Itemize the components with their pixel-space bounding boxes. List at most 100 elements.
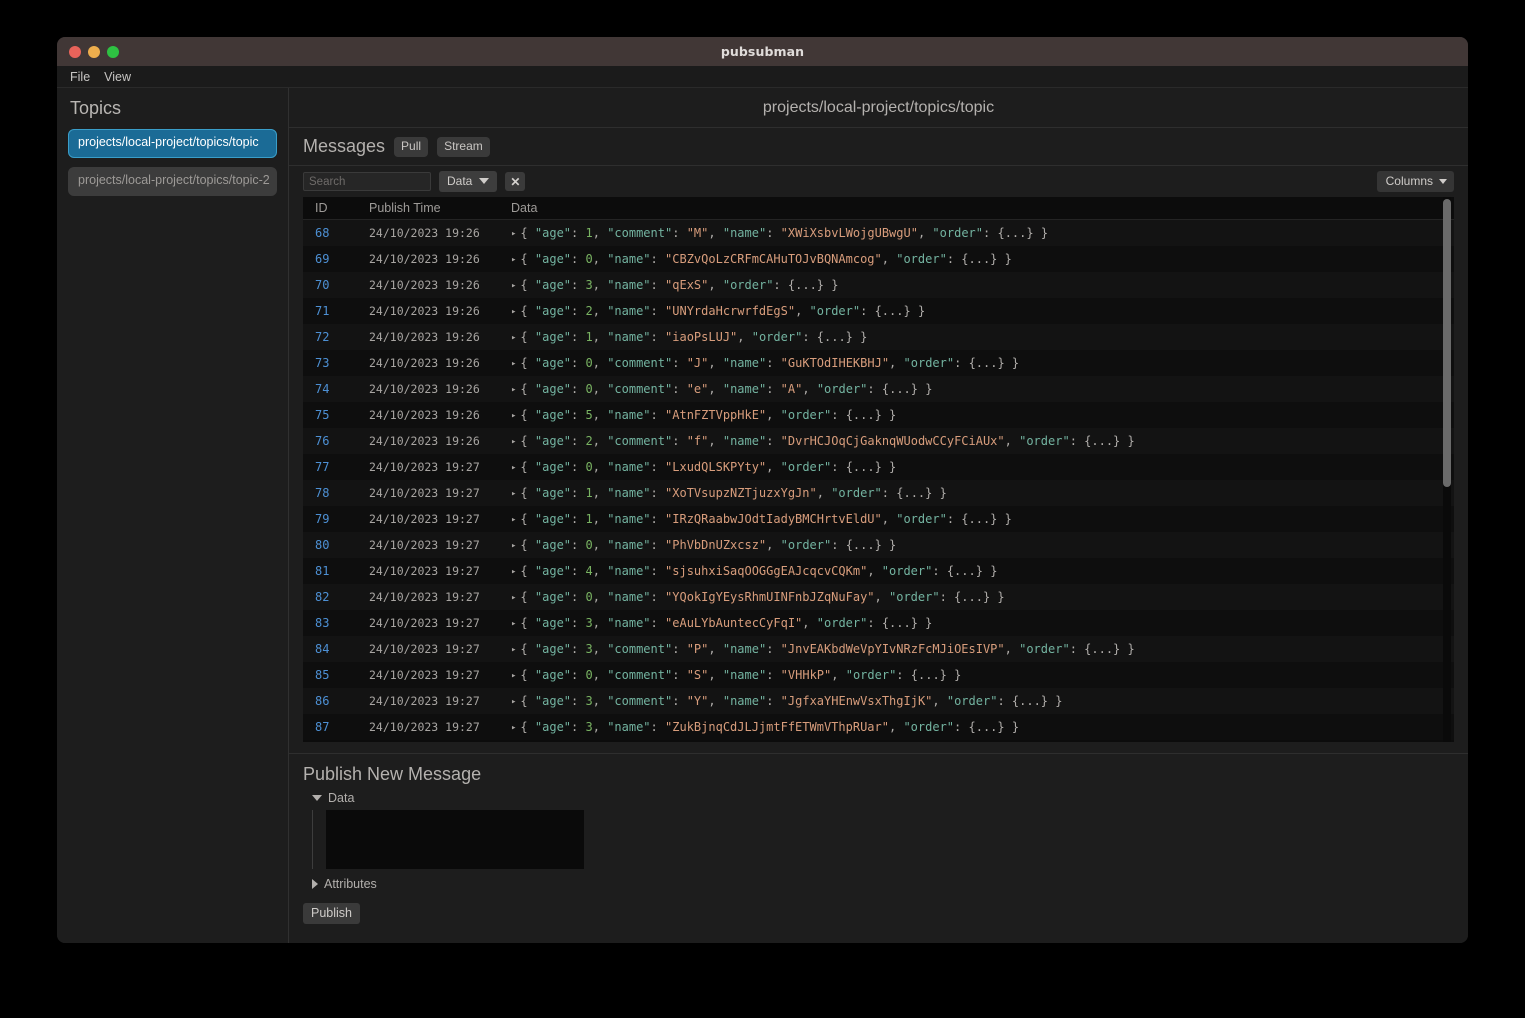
expand-icon[interactable]: ▸ xyxy=(511,281,516,291)
table-row[interactable]: 69 24/10/2023 19:26 ▸{ "age": 0, "name": "… xyxy=(303,246,1454,272)
columns-button[interactable]: Columns xyxy=(1376,171,1454,192)
cell-id: 81 xyxy=(315,564,330,578)
messages-toolbar: Messages Pull Stream xyxy=(289,128,1468,166)
cell-publish-time: 24/10/2023 19:26 xyxy=(369,356,480,370)
pull-button[interactable]: Pull xyxy=(394,136,429,157)
cell-id: 69 xyxy=(315,252,330,266)
data-disclosure[interactable]: Data xyxy=(312,791,1454,805)
app-window: pubsubman File View Topics projects/loca… xyxy=(57,37,1468,943)
cell-data[interactable]: ▸{ "age": 2, "comment": "f", "name": "Dv… xyxy=(511,434,1454,448)
expand-icon[interactable]: ▸ xyxy=(511,723,516,733)
cell-data[interactable]: ▸{ "age": 3, "comment": "Y", "name": "Jg… xyxy=(511,694,1454,708)
sidebar-item-topic[interactable]: projects/local-project/topics/topic xyxy=(68,129,277,158)
cell-data[interactable]: ▸{ "age": 5, "name": "AtnFZTVppHkE", "or… xyxy=(511,408,1454,422)
stream-button[interactable]: Stream xyxy=(437,136,490,157)
cell-data[interactable]: ▸{ "age": 3, "name": "ZukBjnqCdJLJjmtFfE… xyxy=(511,720,1454,734)
search-input[interactable] xyxy=(303,172,431,191)
cell-data[interactable]: ▸{ "age": 0, "name": "CBZvQoLzCRFmCAHuTO… xyxy=(511,252,1454,266)
cell-data[interactable]: ▸{ "age": 0, "name": "LxudQLSKPYty", "or… xyxy=(511,460,1454,474)
expand-icon[interactable]: ▸ xyxy=(511,255,516,265)
expand-icon[interactable]: ▸ xyxy=(511,307,516,317)
column-header-data[interactable]: Data xyxy=(511,201,1454,215)
expand-icon[interactable]: ▸ xyxy=(511,645,516,655)
cell-data[interactable]: ▸{ "age": 0, "name": "YQokIgYEysRhmUINFn… xyxy=(511,590,1454,604)
menu-file[interactable]: File xyxy=(70,70,90,84)
expand-icon[interactable]: ▸ xyxy=(511,567,516,577)
cell-publish-time: 24/10/2023 19:27 xyxy=(369,538,480,552)
cell-id: 77 xyxy=(315,460,330,474)
expand-icon[interactable]: ▸ xyxy=(511,515,516,525)
table-row[interactable]: 76 24/10/2023 19:26 ▸{ "age": 2, "comment"… xyxy=(303,428,1454,454)
table-row[interactable]: 86 24/10/2023 19:27 ▸{ "age": 3, "comment"… xyxy=(303,688,1454,714)
cell-id: 80 xyxy=(315,538,330,552)
expand-icon[interactable]: ▸ xyxy=(511,697,516,707)
titlebar: pubsubman xyxy=(57,37,1468,66)
table-row[interactable]: 84 24/10/2023 19:27 ▸{ "age": 3, "comment"… xyxy=(303,636,1454,662)
publish-data-input[interactable] xyxy=(326,810,584,869)
cell-publish-time: 24/10/2023 19:26 xyxy=(369,408,480,422)
attributes-disclosure[interactable]: Attributes xyxy=(312,877,1454,891)
cell-id: 73 xyxy=(315,356,330,370)
table-scrollbar[interactable] xyxy=(1443,197,1451,742)
expand-icon[interactable]: ▸ xyxy=(511,333,516,343)
column-header-publish-time[interactable]: Publish Time xyxy=(369,201,511,215)
field-dropdown[interactable]: Data xyxy=(439,171,498,192)
expand-icon[interactable]: ▸ xyxy=(511,619,516,629)
table-row[interactable]: 87 24/10/2023 19:27 ▸{ "age": 3, "name": "… xyxy=(303,714,1454,740)
cell-data[interactable]: ▸{ "age": 1, "name": "iaoPsLUJ", "order"… xyxy=(511,330,1454,344)
expand-icon[interactable]: ▸ xyxy=(511,359,516,369)
clear-filter-button[interactable]: ✕ xyxy=(505,172,526,191)
cell-id: 68 xyxy=(315,226,330,240)
cell-data[interactable]: ▸{ "age": 0, "name": "PhVbDnUZxcsz", "or… xyxy=(511,538,1454,552)
expand-icon[interactable]: ▸ xyxy=(511,463,516,473)
sidebar-item-topic-2[interactable]: projects/local-project/topics/topic-2 xyxy=(68,166,277,196)
cell-publish-time: 24/10/2023 19:27 xyxy=(369,590,480,604)
filter-toolbar: Data ✕ Columns xyxy=(289,166,1468,197)
table-row[interactable]: 79 24/10/2023 19:27 ▸{ "age": 1, "name": "… xyxy=(303,506,1454,532)
cell-data[interactable]: ▸{ "age": 1, "name": "IRzQRaabwJOdtIadyB… xyxy=(511,512,1454,526)
table-row[interactable]: 72 24/10/2023 19:26 ▸{ "age": 1, "name": "… xyxy=(303,324,1454,350)
cell-publish-time: 24/10/2023 19:26 xyxy=(369,252,480,266)
table-row[interactable]: 68 24/10/2023 19:26 ▸{ "age": 1, "comment"… xyxy=(303,220,1454,246)
column-header-id[interactable]: ID xyxy=(303,201,369,215)
expand-icon[interactable]: ▸ xyxy=(511,437,516,447)
table-row[interactable]: 80 24/10/2023 19:27 ▸{ "age": 0, "name": "… xyxy=(303,532,1454,558)
expand-icon[interactable]: ▸ xyxy=(511,411,516,421)
table-row[interactable]: 77 24/10/2023 19:27 ▸{ "age": 0, "name": "… xyxy=(303,454,1454,480)
cell-publish-time: 24/10/2023 19:26 xyxy=(369,304,480,318)
expand-icon[interactable]: ▸ xyxy=(511,385,516,395)
cell-publish-time: 24/10/2023 19:27 xyxy=(369,460,480,474)
expand-icon[interactable]: ▸ xyxy=(511,229,516,239)
table-row[interactable]: 82 24/10/2023 19:27 ▸{ "age": 0, "name": "… xyxy=(303,584,1454,610)
expand-icon[interactable]: ▸ xyxy=(511,593,516,603)
cell-id: 86 xyxy=(315,694,330,708)
table-scrollbar-thumb[interactable] xyxy=(1443,199,1451,487)
cell-data[interactable]: ▸{ "age": 0, "comment": "J", "name": "Gu… xyxy=(511,356,1454,370)
cell-publish-time: 24/10/2023 19:27 xyxy=(369,512,480,526)
expand-icon[interactable]: ▸ xyxy=(511,541,516,551)
cell-data[interactable]: ▸{ "age": 3, "name": "eAuLYbAuntecCyFqI"… xyxy=(511,616,1454,630)
table-row[interactable]: 81 24/10/2023 19:27 ▸{ "age": 4, "name": "… xyxy=(303,558,1454,584)
cell-data[interactable]: ▸{ "age": 1, "comment": "M", "name": "XW… xyxy=(511,226,1454,240)
table-row[interactable]: 74 24/10/2023 19:26 ▸{ "age": 0, "comment"… xyxy=(303,376,1454,402)
cell-data[interactable]: ▸{ "age": 3, "comment": "P", "name": "Jn… xyxy=(511,642,1454,656)
cell-data[interactable]: ▸{ "age": 2, "name": "UNYrdaHcrwrfdEgS",… xyxy=(511,304,1454,318)
table-row[interactable]: 75 24/10/2023 19:26 ▸{ "age": 5, "name": "… xyxy=(303,402,1454,428)
table-row[interactable]: 73 24/10/2023 19:26 ▸{ "age": 0, "comment"… xyxy=(303,350,1454,376)
cell-id: 83 xyxy=(315,616,330,630)
cell-data[interactable]: ▸{ "age": 3, "name": "qExS", "order": {.… xyxy=(511,278,1454,292)
table-row[interactable]: 78 24/10/2023 19:27 ▸{ "age": 1, "name": "… xyxy=(303,480,1454,506)
cell-data[interactable]: ▸{ "age": 4, "name": "sjsuhxiSaqOOGGgEAJ… xyxy=(511,564,1454,578)
cell-data[interactable]: ▸{ "age": 0, "comment": "S", "name": "VH… xyxy=(511,668,1454,682)
table-row[interactable]: 71 24/10/2023 19:26 ▸{ "age": 2, "name": "… xyxy=(303,298,1454,324)
cell-data[interactable]: ▸{ "age": 1, "name": "XoTVsupzNZTjuzxYgJ… xyxy=(511,486,1454,500)
expand-icon[interactable]: ▸ xyxy=(511,489,516,499)
expand-icon[interactable]: ▸ xyxy=(511,671,516,681)
table-row[interactable]: 85 24/10/2023 19:27 ▸{ "age": 0, "comment"… xyxy=(303,662,1454,688)
cell-data[interactable]: ▸{ "age": 0, "comment": "e", "name": "A"… xyxy=(511,382,1454,396)
table-row[interactable]: 83 24/10/2023 19:27 ▸{ "age": 3, "name": "… xyxy=(303,610,1454,636)
menu-view[interactable]: View xyxy=(104,70,131,84)
cell-id: 70 xyxy=(315,278,330,292)
table-row[interactable]: 70 24/10/2023 19:26 ▸{ "age": 3, "name": "… xyxy=(303,272,1454,298)
publish-button[interactable]: Publish xyxy=(303,903,360,924)
